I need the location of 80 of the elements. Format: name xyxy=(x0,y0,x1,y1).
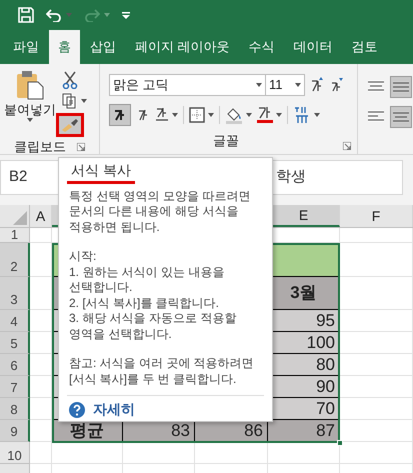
row-header[interactable]: 5 xyxy=(0,332,30,354)
decrease-font-size-icon[interactable] xyxy=(329,77,345,93)
tooltip-text: 시작: xyxy=(68,249,98,264)
undo-icon[interactable] xyxy=(46,8,62,22)
customize-toolbar-icon[interactable] xyxy=(122,12,130,18)
group-label: 글꼴 xyxy=(213,132,239,150)
dropdown-caret-icon[interactable] xyxy=(256,83,262,87)
fill-bucket-icon[interactable] xyxy=(225,106,243,124)
ribbon-tab[interactable]: 페이지 레이아웃 xyxy=(126,30,239,64)
sheet-cell xyxy=(30,442,52,464)
sheet-cell xyxy=(123,442,195,464)
row-header[interactable]: 9 xyxy=(0,420,30,442)
sheet-cell xyxy=(30,332,52,354)
format-painter-button[interactable] xyxy=(56,113,84,137)
dropdown-caret-icon[interactable] xyxy=(276,113,282,117)
bold-button[interactable] xyxy=(109,104,131,126)
help-icon[interactable] xyxy=(69,402,85,418)
font-color-icon[interactable] xyxy=(257,106,273,124)
row-header[interactable]: 1 xyxy=(0,228,30,243)
sheet-cell xyxy=(52,442,123,464)
dropdown-caret-icon[interactable] xyxy=(27,118,33,122)
paste-button[interactable]: 붙여넣기 xyxy=(6,70,54,137)
tooltip-step: 3. 해당 서식을 자동으로 적용할 영역을 선택합니다. xyxy=(67,311,238,342)
row-header[interactable]: 4 xyxy=(0,310,30,332)
tooltip-text: 특정 선택 영역의 모양을 따르려면 문서의 다른 내용에 해당 서식을 적용하면 됩니다. xyxy=(68,188,252,235)
table-cell: 87 xyxy=(268,420,340,442)
increase-font-size-icon[interactable] xyxy=(309,77,325,93)
tooltip-step: 1. 원하는 서식이 있는 내용을 선택합니다. xyxy=(67,264,226,296)
sheet-cell xyxy=(30,376,52,398)
row-header[interactable]: 10 xyxy=(0,442,30,464)
dialog-launcher-icon[interactable] xyxy=(77,142,85,151)
copy-icon[interactable] xyxy=(62,93,78,109)
dropdown-caret-icon[interactable] xyxy=(295,83,301,87)
paintbrush-icon xyxy=(61,118,79,132)
align-middle-icon[interactable] xyxy=(390,76,412,98)
align-left-icon[interactable] xyxy=(368,111,384,123)
ribbon-tab[interactable]: 검토 xyxy=(342,30,387,64)
underline-icon[interactable] xyxy=(155,108,169,122)
align-top-icon[interactable] xyxy=(368,81,384,93)
sheet-cell xyxy=(30,398,52,420)
ribbon-tab[interactable]: 홈 xyxy=(49,30,80,64)
sheet-cell xyxy=(30,420,52,442)
tooltip-step: 2. [서식 복사]를 클릭합니다. xyxy=(67,296,222,311)
dropdown-caret-icon[interactable] xyxy=(172,113,178,117)
row-header[interactable]: 6 xyxy=(0,354,30,376)
sheet-cell xyxy=(30,243,52,277)
more-info-link[interactable]: 자세히 xyxy=(93,402,135,418)
scissors-icon[interactable] xyxy=(62,71,78,89)
font-name-field[interactable]: 맑은 고딕 xyxy=(109,74,266,96)
ribbon-tab[interactable]: 삽입 xyxy=(81,30,125,64)
ribbon-tab[interactable]: 수식 xyxy=(240,30,284,64)
sheet-cell xyxy=(30,277,52,310)
align-center-icon[interactable] xyxy=(390,106,412,128)
bold-letter-icon xyxy=(114,109,126,121)
phonetic-guide-icon[interactable] xyxy=(293,106,311,124)
italic-icon[interactable] xyxy=(136,109,150,121)
dropdown-caret-icon[interactable] xyxy=(208,113,214,117)
dropdown-caret-icon[interactable] xyxy=(246,113,252,117)
tooltip-text: 참고: 서식을 여러 곳에 적용하려면 [서식 복사]를 두 번 클릭합니다. xyxy=(68,356,255,387)
dialog-launcher-icon[interactable] xyxy=(343,142,351,150)
name-box[interactable]: B2 xyxy=(1,166,59,189)
ribbon-tab[interactable]: 데이터 xyxy=(284,30,342,64)
dropdown-caret-icon[interactable] xyxy=(81,99,87,103)
group-label: 클립보드 xyxy=(14,138,66,156)
ribbon-tab[interactable]: 파일 xyxy=(4,30,48,64)
borders-icon[interactable] xyxy=(189,107,205,123)
row-header[interactable]: 2 xyxy=(0,243,30,277)
column-header[interactable]: F xyxy=(340,205,413,227)
dropdown-caret-icon[interactable] xyxy=(314,113,320,117)
tooltip-title: 서식 복사 xyxy=(70,163,132,178)
formula-field[interactable]: 학생 xyxy=(276,166,402,189)
font-size-field[interactable]: 11 xyxy=(265,74,305,96)
save-icon[interactable] xyxy=(18,7,34,23)
row-header[interactable]: 7 xyxy=(0,376,30,398)
row-header[interactable]: 3 xyxy=(0,277,30,310)
row-header[interactable]: 8 xyxy=(0,398,30,420)
clipboard-icon xyxy=(15,70,45,100)
sheet-cell xyxy=(30,310,52,332)
fill-handle[interactable] xyxy=(337,440,343,446)
sheet-cell xyxy=(30,354,52,376)
